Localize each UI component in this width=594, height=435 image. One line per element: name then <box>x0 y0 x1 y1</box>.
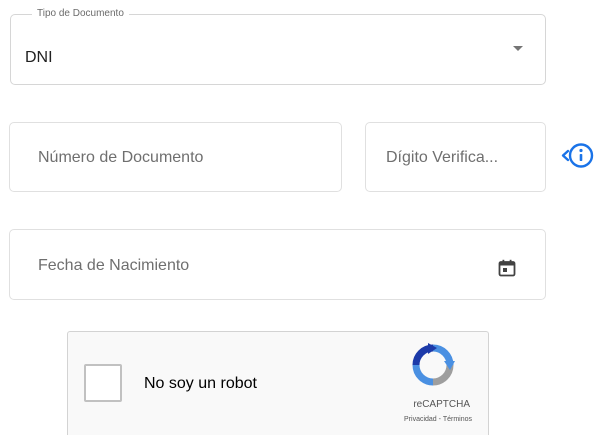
check-digit-placeholder: Dígito Verifica... <box>386 149 499 166</box>
birth-date-placeholder: Fecha de Nacimiento <box>38 257 190 274</box>
chevron-down-icon[interactable] <box>513 46 523 51</box>
check-digit-field[interactable]: Dígito Verifica... <box>365 122 546 192</box>
birth-date-field[interactable]: Fecha de Nacimiento <box>9 229 546 300</box>
document-type-select[interactable]: Tipo de Documento DNI <box>10 8 546 85</box>
document-number-placeholder: Número de Documento <box>38 149 204 166</box>
recaptcha-label: No soy un robot <box>144 375 257 392</box>
recaptcha-checkbox[interactable] <box>84 364 122 402</box>
calendar-icon[interactable] <box>498 259 516 277</box>
recaptcha-widget: No soy un robot reCAPTCHA Privacidad - T… <box>67 331 489 435</box>
recaptcha-logo-icon <box>412 343 455 386</box>
info-icon[interactable] <box>561 139 594 172</box>
document-type-label: Tipo de Documento <box>32 8 129 20</box>
document-type-value: DNI <box>25 49 53 66</box>
privacy-link[interactable]: Privacidad <box>404 416 437 423</box>
document-number-field[interactable]: Número de Documento <box>9 122 342 192</box>
recaptcha-links: Privacidad - Términos <box>404 415 472 424</box>
recaptcha-brand: reCAPTCHA <box>413 399 470 410</box>
terms-link[interactable]: Términos <box>443 416 472 423</box>
